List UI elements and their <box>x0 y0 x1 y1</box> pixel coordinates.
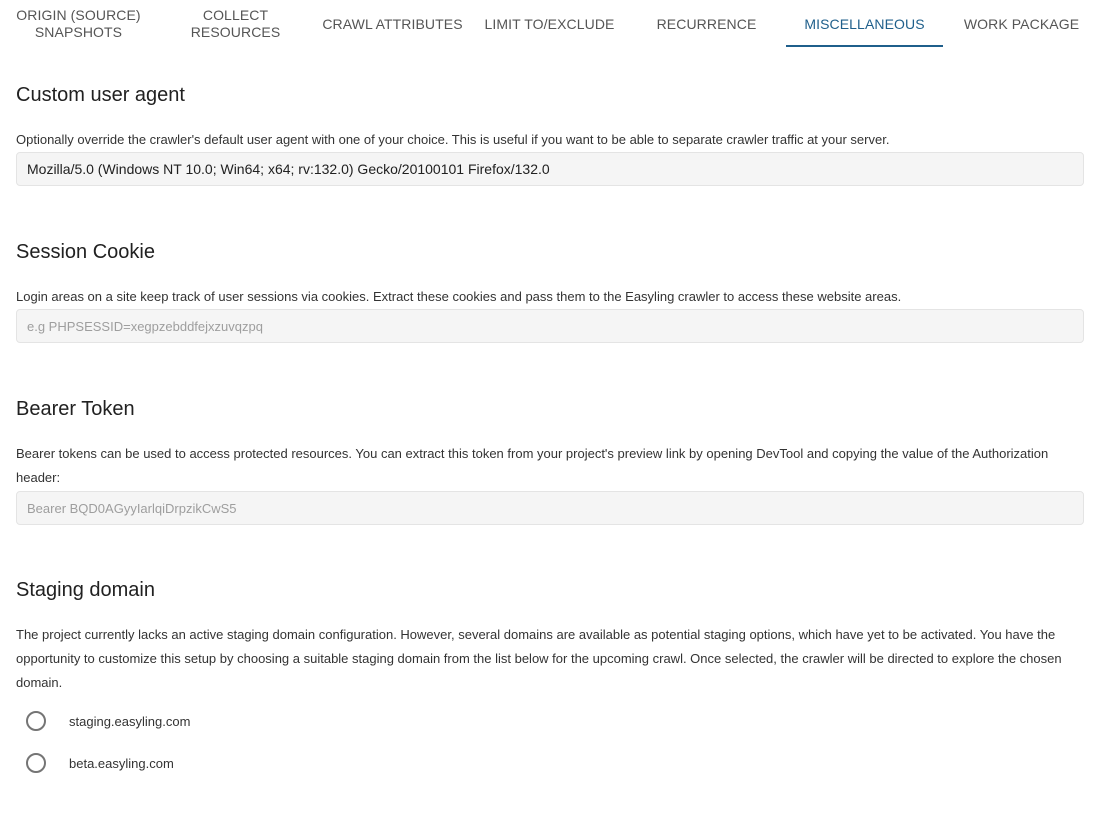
staging-option-staging[interactable]: staging.easyling.com <box>26 710 190 732</box>
active-tab-indicator <box>786 45 943 47</box>
session-cookie-description: Login areas on a site keep track of user… <box>16 289 902 304</box>
tab-miscellaneous[interactable]: MISCELLANEOUS <box>786 0 943 48</box>
tab-recurrence[interactable]: RECURRENCE <box>628 0 785 48</box>
session-cookie-title: Session Cookie <box>16 241 155 263</box>
staging-domain-description: The project currently lacks an active st… <box>16 627 1062 690</box>
bearer-token-title: Bearer Token <box>16 398 135 420</box>
tab-work-package[interactable]: WORK PACKAGE <box>943 0 1100 48</box>
user-agent-input[interactable] <box>16 152 1084 186</box>
user-agent-title: Custom user agent <box>16 84 185 106</box>
session-cookie-input[interactable] <box>16 309 1084 343</box>
tab-collect-resources[interactable]: COLLECT RESOURCES <box>157 0 314 48</box>
tab-crawl-attributes[interactable]: CRAWL ATTRIBUTES <box>314 0 471 48</box>
bearer-token-description: Bearer tokens can be used to access prot… <box>16 446 1049 485</box>
bearer-token-input[interactable] <box>16 491 1084 525</box>
staging-option-beta[interactable]: beta.easyling.com <box>26 752 174 774</box>
user-agent-description: Optionally override the crawler's defaul… <box>16 132 890 147</box>
staging-option-label: staging.easyling.com <box>69 713 191 729</box>
staging-domain-title: Staging domain <box>16 579 155 601</box>
staging-option-label: beta.easyling.com <box>69 755 174 771</box>
tab-bar: ORIGIN (SOURCE) SNAPSHOTS COLLECT RESOUR… <box>0 0 1100 48</box>
radio-unchecked-icon[interactable] <box>26 711 46 731</box>
tab-origin-snapshots[interactable]: ORIGIN (SOURCE) SNAPSHOTS <box>0 0 157 48</box>
radio-unchecked-icon[interactable] <box>26 753 46 773</box>
tab-limit-exclude[interactable]: LIMIT TO/EXCLUDE <box>471 0 628 48</box>
